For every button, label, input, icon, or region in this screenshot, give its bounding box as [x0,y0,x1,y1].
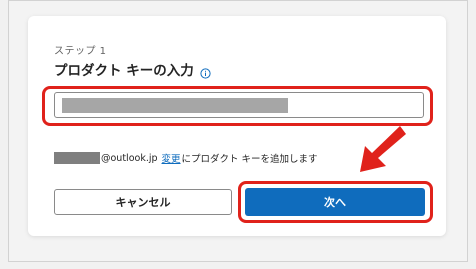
arrow-annotation-icon [360,126,406,172]
account-row: @outlook.jp 変更 にプロダクト キーを追加します [54,151,318,165]
account-description: にプロダクト キーを追加します [181,154,318,165]
redacted-email [54,152,100,164]
next-button[interactable]: 次へ [245,188,425,216]
title-row: プロダクト キーの入力 [54,59,211,79]
redacted-product-key [62,98,288,113]
email-suffix: @outlook.jp [101,152,158,164]
change-account-link[interactable]: 変更 [162,151,181,165]
cancel-button[interactable]: キャンセル [54,189,232,215]
page-title: プロダクト キーの入力 [54,63,194,79]
info-icon[interactable] [200,64,211,79]
step-label: ステップ 1 [54,46,107,57]
